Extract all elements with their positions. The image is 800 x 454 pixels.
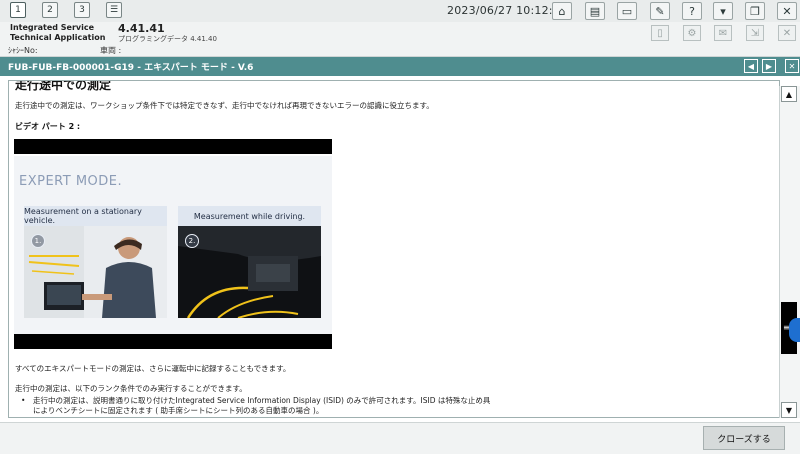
- chassis-label: ｼｬｼｰNo:: [8, 46, 38, 55]
- screen-icon[interactable]: ▤: [585, 2, 605, 20]
- figure-heading: EXPERT MODE.: [19, 174, 123, 189]
- next-icon[interactable]: ▶: [762, 59, 776, 73]
- panel2-number: 2.: [185, 234, 199, 248]
- video-label: ビデオ パート 2 :: [15, 122, 81, 131]
- scrollbar-track[interactable]: [779, 86, 800, 418]
- window-icon[interactable]: ❐: [745, 2, 765, 20]
- panel1-caption: Measurement on a stationary vehicle.: [24, 206, 167, 226]
- list-icon[interactable]: ☰: [106, 2, 122, 18]
- vehicle-label: 車両 :: [100, 46, 122, 55]
- page-title: FUB-FUB-FB-000001-G19 - エキスパート モード - V.6: [8, 63, 254, 73]
- top-toolbar: 1 2 3 ☰ 2023/06/27 10:12:29 ⌂ ▤ ▭ ✎ ? ▾ …: [0, 0, 800, 23]
- help-icon[interactable]: ?: [682, 2, 702, 20]
- printer-icon[interactable]: ▭: [617, 2, 637, 20]
- video-bottom-bar: [14, 334, 332, 349]
- panel-stationary: Measurement on a stationary vehicle. 1.: [24, 206, 167, 318]
- title-bar: FUB-FUB-FB-000001-G19 - エキスパート モード - V.6…: [0, 57, 800, 76]
- bullet-marker: •: [21, 396, 26, 405]
- side-panel-tab[interactable]: [789, 318, 800, 342]
- app-name: Integrated Service Technical Application: [10, 23, 106, 42]
- panel-driving: Measurement while driving. 2.: [178, 206, 321, 318]
- driving-vehicle-image: [178, 226, 321, 318]
- stationary-vehicle-image: [24, 226, 167, 318]
- panel2-caption: Measurement while driving.: [178, 206, 321, 226]
- video-top-bar: [14, 139, 332, 154]
- footer-bar: [0, 422, 800, 454]
- content-panel: 走行途中での測定 走行途中での測定は、ワークショップ条件下では特定できなず、走行…: [8, 80, 780, 418]
- gear-icon[interactable]: ⚙: [683, 25, 701, 41]
- datetime: 2023/06/27 10:12:29: [447, 4, 568, 17]
- home-icon[interactable]: ⌂: [552, 2, 572, 20]
- panel1-number: 1.: [31, 234, 45, 248]
- close-button[interactable]: クローズする: [703, 426, 785, 450]
- bullet-item-1: 走行中の測定は、説明書通りに取り付けたIntegrated Service In…: [33, 396, 491, 415]
- scroll-up-icon[interactable]: ▲: [781, 86, 797, 102]
- cancel-icon[interactable]: ✕: [778, 25, 796, 41]
- close-panel-icon[interactable]: ✕: [785, 59, 799, 73]
- document-icon[interactable]: ▯: [651, 25, 669, 41]
- paragraph-2: すべてのエキスパートモードの測定は、さらに運転中に記録することもできます。: [15, 364, 291, 373]
- scroll-down-icon[interactable]: ▼: [781, 402, 797, 418]
- close-icon[interactable]: ✕: [777, 2, 797, 20]
- dropdown-icon[interactable]: ▾: [713, 2, 733, 20]
- wrench-icon[interactable]: ✎: [650, 2, 670, 20]
- paragraph-1: 走行途中での測定は、ワークショップ条件下では特定できなず、走行中でなければ再現で…: [15, 101, 434, 110]
- tab-2[interactable]: 2: [42, 2, 58, 18]
- export-icon[interactable]: ⇲: [746, 25, 764, 41]
- tab-3[interactable]: 3: [74, 2, 90, 18]
- prev-icon[interactable]: ◀: [744, 59, 758, 73]
- tab-1[interactable]: 1: [10, 2, 26, 18]
- paragraph-3: 走行中の測定は、以下のランク条件でのみ実行することができます。: [15, 384, 247, 393]
- programming-data: プログラミングデータ 4.41.40: [118, 35, 217, 43]
- mail-icon[interactable]: ✉: [714, 25, 732, 41]
- menu-lines-icon: ≡: [783, 323, 790, 332]
- section-title: 走行途中での測定: [15, 80, 112, 92]
- info-header: Integrated Service Technical Application…: [0, 22, 800, 57]
